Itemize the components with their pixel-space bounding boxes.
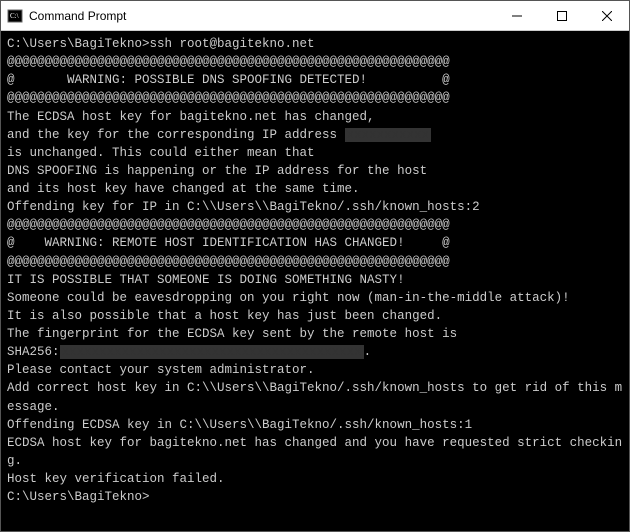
- output-text: .: [364, 345, 372, 359]
- redacted-ip: xxxxxxxxxxx: [345, 128, 432, 142]
- output-text: SHA256:: [7, 345, 60, 359]
- output-line: @@@@@@@@@@@@@@@@@@@@@@@@@@@@@@@@@@@@@@@@…: [7, 53, 623, 71]
- prompt-text: C:\Users\BagiTekno>: [7, 488, 623, 506]
- output-line: It is also possible that a host key has …: [7, 307, 623, 325]
- output-line: @ WARNING: POSSIBLE DNS SPOOFING DETECTE…: [7, 71, 623, 89]
- command-text: ssh root@bagitekno.net: [150, 37, 315, 51]
- window-title: Command Prompt: [29, 9, 494, 23]
- output-line: The fingerprint for the ECDSA key sent b…: [7, 325, 623, 343]
- output-line: ECDSA host key for bagitekno.net has cha…: [7, 434, 623, 470]
- redacted-fingerprint: xxxxxxxxxxxxxxxxxxxxxxxxxxxxxxxxxxxxxxxx: [60, 345, 364, 359]
- titlebar[interactable]: C:\ Command Prompt: [1, 1, 629, 31]
- output-line: @ WARNING: REMOTE HOST IDENTIFICATION HA…: [7, 234, 623, 252]
- terminal-area[interactable]: C:\Users\BagiTekno>ssh root@bagitekno.ne…: [1, 31, 629, 531]
- output-line: Host key verification failed.: [7, 470, 623, 488]
- output-line: is unchanged. This could either mean tha…: [7, 144, 623, 162]
- window-controls: [494, 1, 629, 30]
- output-line: @@@@@@@@@@@@@@@@@@@@@@@@@@@@@@@@@@@@@@@@…: [7, 253, 623, 271]
- close-button[interactable]: [584, 1, 629, 30]
- output-line: Someone could be eavesdropping on you ri…: [7, 289, 623, 307]
- output-line: The ECDSA host key for bagitekno.net has…: [7, 108, 623, 126]
- output-line: DNS SPOOFING is happening or the IP addr…: [7, 162, 623, 180]
- prompt-text: C:\Users\BagiTekno>: [7, 37, 150, 51]
- output-line: Offending key for IP in C:\\Users\\BagiT…: [7, 198, 623, 216]
- svg-text:C:\: C:\: [10, 12, 19, 20]
- output-line: @@@@@@@@@@@@@@@@@@@@@@@@@@@@@@@@@@@@@@@@…: [7, 89, 623, 107]
- output-line: and its host key have changed at the sam…: [7, 180, 623, 198]
- output-line: Please contact your system administrator…: [7, 361, 623, 379]
- maximize-button[interactable]: [539, 1, 584, 30]
- minimize-button[interactable]: [494, 1, 539, 30]
- output-line: @@@@@@@@@@@@@@@@@@@@@@@@@@@@@@@@@@@@@@@@…: [7, 216, 623, 234]
- command-prompt-window: C:\ Command Prompt C:\Users\BagiTekno>ss…: [0, 0, 630, 532]
- output-line: Add correct host key in C:\\Users\\BagiT…: [7, 379, 623, 415]
- command-prompt-icon: C:\: [7, 8, 23, 24]
- output-text: and the key for the corresponding IP add…: [7, 128, 345, 142]
- output-line: Offending ECDSA key in C:\\Users\\BagiTe…: [7, 416, 623, 434]
- output-line: IT IS POSSIBLE THAT SOMEONE IS DOING SOM…: [7, 271, 623, 289]
